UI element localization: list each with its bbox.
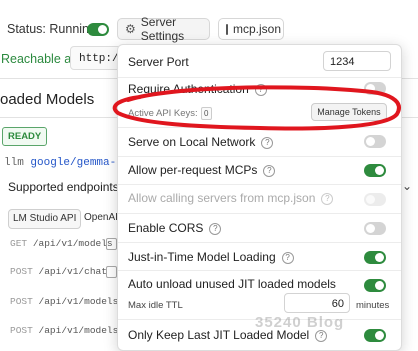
gear-icon: ⚙: [125, 22, 136, 36]
manage-tokens-button[interactable]: Manage Tokens: [311, 103, 387, 121]
enable-cors-toggle[interactable]: [364, 222, 386, 235]
copy-icon[interactable]: [106, 266, 117, 278]
help-icon[interactable]: ?: [281, 252, 294, 264]
server-running-toggle[interactable]: [87, 23, 109, 36]
api-keys-label: Active API Keys: 0: [128, 107, 212, 120]
auto-unload-toggle[interactable]: [364, 279, 386, 292]
api-keys-count: 0: [200, 107, 212, 120]
allow-calling-toggle[interactable]: [364, 193, 386, 206]
auto-unload-row: Auto unload unused JIT loaded models: [118, 271, 401, 293]
max-idle-ttl-label: Max idle TTL: [128, 300, 183, 311]
server-settings-button[interactable]: ⚙ Server Settings: [117, 15, 210, 43]
help-icon[interactable]: ?: [254, 84, 267, 96]
require-auth-row: Require Authentication?: [118, 78, 401, 103]
allow-mcps-row: Allow per-request MCPs?: [118, 157, 401, 184]
enable-cors-row: Enable CORS?: [118, 214, 401, 241]
file-icon: [226, 23, 228, 35]
top-bar: Status: Running ⚙ Server Settings mcp.js…: [0, 0, 418, 44]
help-icon[interactable]: ?: [261, 137, 274, 149]
watermark: 35240 Blog: [255, 314, 345, 331]
keep-last-toggle[interactable]: [364, 329, 386, 342]
help-icon[interactable]: ?: [321, 193, 334, 205]
supported-endpoints-label: Supported endpoints: [8, 180, 119, 194]
jit-loading-toggle[interactable]: [364, 251, 386, 264]
tab-openai[interactable]: OpenAI: [80, 209, 122, 227]
chevron-down-icon[interactable]: ⌄: [402, 179, 412, 193]
reachable-label: Reachable at:: [1, 52, 79, 66]
allow-calling-row: Allow calling servers from mcp.json?: [118, 185, 401, 212]
jit-loading-row: Just-in-Time Model Loading?: [118, 243, 401, 270]
server-port-input[interactable]: 1234: [323, 51, 391, 71]
endpoint-row: GET /api/v1/models: [10, 238, 113, 249]
loaded-models-title: oaded Models: [0, 91, 95, 108]
server-port-row: Server Port 1234: [118, 45, 401, 77]
allow-mcps-toggle[interactable]: [364, 164, 386, 177]
help-icon[interactable]: ?: [263, 165, 276, 177]
minutes-label: minutes: [356, 300, 390, 311]
tab-lm-studio-api[interactable]: LM Studio API: [8, 209, 82, 229]
endpoint-row: POST /api/v1/chat: [10, 266, 107, 277]
copy-icon[interactable]: [106, 238, 117, 250]
mcp-json-button[interactable]: mcp.json: [218, 18, 284, 40]
serve-local-row: Serve on Local Network?: [118, 128, 401, 155]
serve-local-toggle[interactable]: [364, 135, 386, 148]
require-auth-toggle[interactable]: [364, 82, 386, 95]
help-icon[interactable]: ?: [315, 330, 328, 342]
max-idle-ttl-input[interactable]: 60: [284, 293, 350, 313]
help-icon[interactable]: ?: [209, 223, 222, 235]
status-label: Status: Running: [7, 22, 96, 36]
status-badge: READY: [2, 127, 48, 146]
server-settings-panel: Server Port 1234 Require Authentication?…: [117, 44, 402, 351]
